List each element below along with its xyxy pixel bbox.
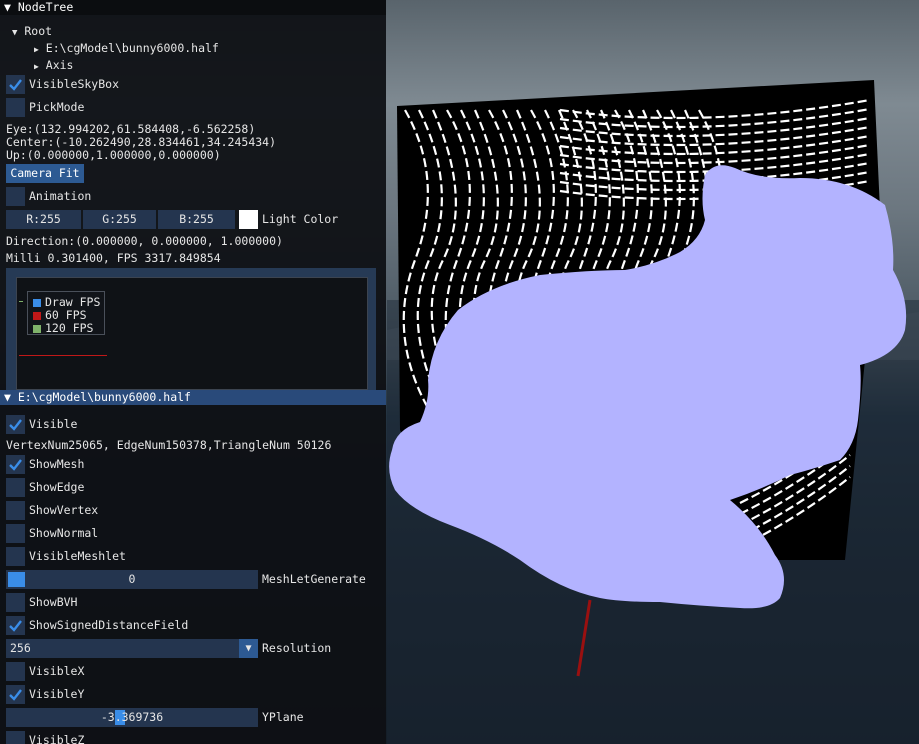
show-bvh-label: ShowBVH [29, 595, 78, 609]
nodetree-titlebar[interactable]: ▼ NodeTree [0, 0, 386, 15]
tree-node-label: E:\cgModel\bunny6000.half [45, 41, 219, 55]
light-color-swatch[interactable] [239, 210, 258, 229]
yplane-slider[interactable]: -3.369736 [6, 708, 258, 727]
nodetree-title: NodeTree [17, 0, 74, 14]
visible-z-label: VisibleZ [29, 733, 85, 744]
up-readout: Up:(0.000000,1.000000,0.000000) [6, 148, 221, 162]
show-normal-label: ShowNormal [29, 526, 99, 540]
collapse-arrow-icon[interactable]: ▼ [4, 0, 11, 14]
model-title: E:\cgModel\bunny6000.half [17, 390, 191, 404]
show-mesh-checkbox[interactable] [6, 455, 25, 474]
pick-mode-label: PickMode [29, 100, 85, 114]
expand-arrow-icon: ▼ [12, 28, 18, 38]
visible-y-label: VisibleY [29, 687, 85, 701]
slider-value: -3.369736 [100, 710, 164, 724]
legend-swatch [33, 299, 41, 307]
direction-readout: Direction:(0.000000, 0.000000, 1.000000) [6, 234, 283, 248]
slider-value: 0 [128, 572, 136, 586]
meshlet-generate-slider[interactable]: 0 [6, 570, 258, 589]
show-mesh-label: ShowMesh [29, 457, 85, 471]
legend-label: 120 FPS [45, 321, 94, 335]
visible-y-checkbox[interactable] [6, 685, 25, 704]
light-r-field[interactable]: R:255 [6, 210, 81, 229]
animation-checkbox[interactable] [6, 187, 25, 206]
show-vertex-checkbox[interactable] [6, 501, 25, 520]
plot-60fps-line [19, 355, 107, 356]
checkmark-icon [9, 620, 22, 632]
meshlet-generate-label: MeshLetGenerate [262, 572, 366, 586]
show-bvh-checkbox[interactable] [6, 593, 25, 612]
collapsed-arrow-icon: ▶ [34, 45, 39, 54]
checkmark-icon [9, 459, 22, 471]
collapse-arrow-icon[interactable]: ▼ [4, 390, 11, 404]
checkmark-icon [9, 689, 22, 701]
resolution-label: Resolution [262, 641, 332, 655]
chevron-down-icon[interactable]: ▼ [239, 639, 258, 658]
tree-node-label: Root [24, 24, 53, 38]
visible-z-checkbox[interactable] [6, 731, 25, 744]
eye-readout: Eye:(132.994202,61.584408,-6.562258) [6, 122, 256, 136]
slider-grab[interactable] [8, 572, 25, 587]
visible-meshlet-label: VisibleMeshlet [29, 549, 126, 563]
tree-node-label: Axis [45, 58, 74, 72]
fps-plot-frame: Draw FPS 60 FPS 120 FPS [6, 268, 376, 390]
plot-120fps-line [19, 301, 23, 302]
visible-checkbox[interactable] [6, 415, 25, 434]
tree-node-axis[interactable]: ▶ Axis [34, 58, 73, 72]
camera-fit-button[interactable]: Camera Fit [6, 164, 84, 183]
collapsed-arrow-icon: ▶ [34, 62, 39, 71]
model-titlebar[interactable]: ▼ E:\cgModel\bunny6000.half [0, 390, 386, 405]
checkmark-icon [9, 419, 22, 431]
show-edge-checkbox[interactable] [6, 478, 25, 497]
fps-stats: Milli 0.301400, FPS 3317.849854 [6, 251, 221, 265]
nodetree-window[interactable]: ▼ NodeTree ▼ Root ▶ E:\cgModel\bunny6000… [0, 0, 386, 390]
mesh-counts: VertexNum25065, EdgeNum150378,TriangleNu… [6, 438, 332, 452]
visible-meshlet-checkbox[interactable] [6, 547, 25, 566]
resolution-combo[interactable]: 256 ▼ [6, 639, 258, 658]
animation-label: Animation [29, 189, 92, 203]
light-g-field[interactable]: G:255 [83, 210, 156, 229]
fps-plot-area: Draw FPS 60 FPS 120 FPS [16, 277, 368, 390]
visible-skybox-checkbox[interactable] [6, 75, 25, 94]
yplane-label: YPlane [262, 710, 304, 724]
model-window[interactable]: ▼ E:\cgModel\bunny6000.half Visible Vert… [0, 390, 386, 744]
plot-legend: Draw FPS 60 FPS 120 FPS [27, 291, 105, 335]
pick-mode-checkbox[interactable] [6, 98, 25, 117]
tree-node-root[interactable]: ▼ Root [12, 24, 52, 38]
combo-value: 256 [10, 641, 31, 655]
show-sdf-label: ShowSignedDistanceField [29, 618, 189, 632]
show-sdf-checkbox[interactable] [6, 616, 25, 635]
visible-label: Visible [29, 417, 78, 431]
visible-x-checkbox[interactable] [6, 662, 25, 681]
show-normal-checkbox[interactable] [6, 524, 25, 543]
light-color-label: Light Color [262, 212, 339, 226]
legend-swatch [33, 325, 41, 333]
tree-node-bunny[interactable]: ▶ E:\cgModel\bunny6000.half [34, 41, 219, 55]
light-b-field[interactable]: B:255 [158, 210, 235, 229]
legend-swatch [33, 312, 41, 320]
visible-skybox-label: VisibleSkyBox [29, 77, 120, 91]
center-readout: Center:(-10.262490,28.834461,34.245434) [6, 135, 277, 149]
visible-x-label: VisibleX [29, 664, 85, 678]
show-vertex-label: ShowVertex [29, 503, 99, 517]
checkmark-icon [9, 79, 22, 91]
show-edge-label: ShowEdge [29, 480, 85, 494]
